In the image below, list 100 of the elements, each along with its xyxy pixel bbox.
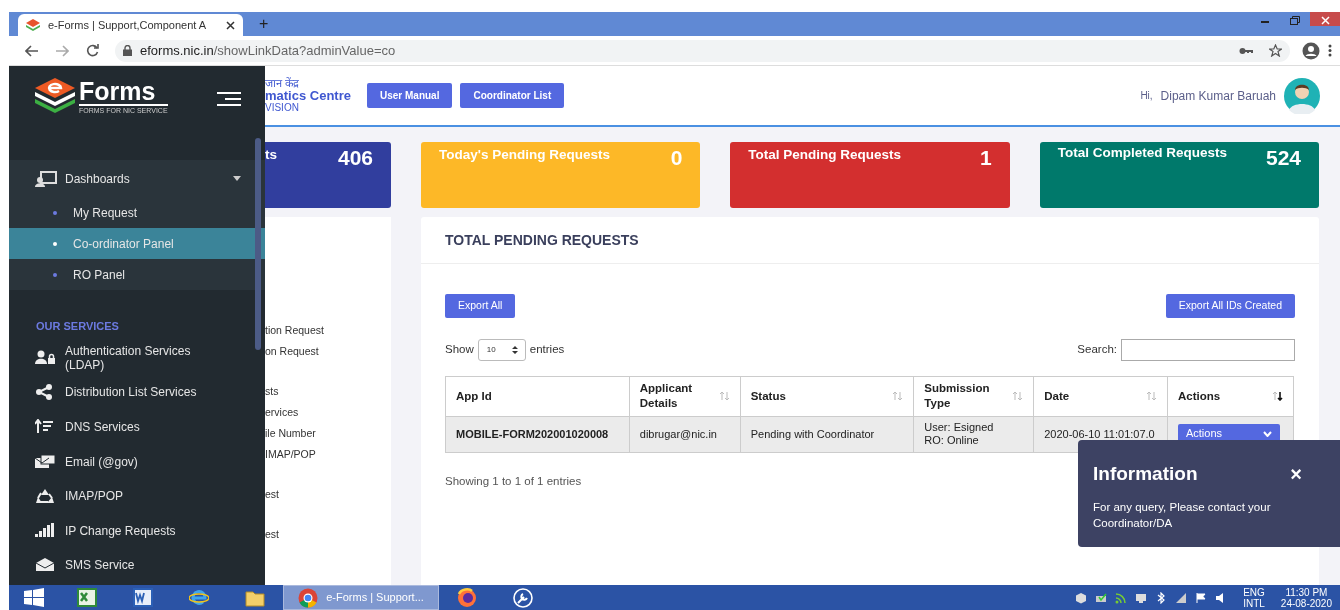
sort-arrows-icon bbox=[1012, 391, 1024, 402]
menu-item[interactable]: SMS Service bbox=[9, 548, 265, 583]
address-field[interactable]: eforms.nic.in/showLinkData?adminValue=co bbox=[115, 39, 1290, 62]
list-text: tion Request bbox=[265, 323, 325, 338]
battery-check-icon bbox=[1095, 591, 1108, 604]
column-header[interactable]: Submission Type bbox=[913, 376, 1034, 417]
wrench-icon bbox=[513, 587, 533, 608]
scrollbar-thumb[interactable] bbox=[255, 138, 261, 350]
list-text: on Request bbox=[265, 344, 320, 359]
feed-icon bbox=[1115, 591, 1128, 604]
export-button[interactable]: Export All IDs Created bbox=[1165, 294, 1295, 318]
sort-arrows-icon bbox=[1145, 391, 1157, 402]
submenu-item[interactable]: Co-ordinator Panel bbox=[9, 228, 265, 259]
user-avatar-icon bbox=[1284, 77, 1320, 114]
star-icon[interactable] bbox=[1269, 44, 1282, 57]
menu-item[interactable]: Email (@gov) bbox=[9, 444, 265, 479]
cube-icon bbox=[1075, 591, 1088, 604]
entries-label: entries bbox=[529, 342, 565, 358]
e-logo-icon bbox=[35, 78, 75, 114]
menu-item[interactable]: Authentication Services (LDAP) bbox=[9, 340, 265, 376]
list-text: IMAP/POP bbox=[265, 447, 317, 462]
list-text: ervices bbox=[265, 405, 300, 420]
url-text: eforms.nic.in/showLinkData?adminValue=co bbox=[140, 41, 396, 60]
section-heading: OUR SERVICES bbox=[35, 319, 120, 334]
list-text: est bbox=[265, 527, 280, 542]
back-arrow-icon bbox=[25, 44, 39, 57]
sort-arrows-icon bbox=[718, 391, 730, 402]
toast-message: For any query, Please contact your Coordinator/DA bbox=[1093, 499, 1272, 531]
windows-logo-icon bbox=[24, 587, 44, 608]
menu-item[interactable]: Dashboards bbox=[9, 160, 265, 197]
submenu-item[interactable]: RO Panel bbox=[9, 259, 265, 290]
browser-icon bbox=[298, 587, 319, 608]
toast-title: Information bbox=[1093, 462, 1198, 486]
signal-bars-icon bbox=[35, 522, 55, 539]
org-name-text: matics Centre bbox=[265, 89, 351, 103]
column-header[interactable]: Status bbox=[740, 376, 914, 417]
monitor-user-icon bbox=[35, 170, 57, 187]
chevron-down-icon bbox=[1262, 430, 1272, 437]
column-header[interactable]: Applicant Details bbox=[629, 376, 741, 417]
toast-close-button[interactable]: × bbox=[1290, 464, 1302, 485]
user-name: Dipam Kumar Baruah bbox=[1160, 87, 1276, 105]
menu-item[interactable]: IMAP/POP bbox=[9, 478, 265, 514]
sort-arrows-icon bbox=[892, 391, 904, 402]
org-name-text: VISION bbox=[265, 102, 300, 114]
updown-icon bbox=[510, 344, 519, 355]
spreadsheet-icon bbox=[77, 587, 97, 608]
org-name-text: जान केंद्र bbox=[265, 77, 301, 90]
menu-item[interactable]: IP Change Requests bbox=[9, 513, 265, 549]
users-icon bbox=[35, 349, 55, 366]
stat-label: Total Completed Requests bbox=[1057, 144, 1227, 162]
clock-time: 11:30 PM bbox=[1284, 586, 1329, 598]
table-cell: User: Esigned RO: Online bbox=[913, 416, 1034, 453]
show-label: Show bbox=[445, 342, 474, 358]
stat-label: Today's Pending Requests bbox=[439, 146, 610, 164]
search-label: Search: bbox=[1077, 342, 1117, 358]
table-cell: Pending with Coordinator bbox=[740, 416, 914, 453]
stat-value: 406 bbox=[337, 146, 373, 170]
envelope-icon bbox=[35, 557, 55, 574]
new-tab-button[interactable]: + bbox=[259, 16, 269, 32]
fox-browser-icon bbox=[457, 587, 477, 608]
sort-arrows-icon bbox=[1272, 391, 1283, 402]
close-icon[interactable] bbox=[226, 20, 235, 30]
stat-label: ts bbox=[265, 146, 277, 164]
account-icon[interactable] bbox=[1302, 41, 1320, 60]
close-icon bbox=[1320, 15, 1330, 25]
stat-value: 1 bbox=[979, 146, 992, 170]
header-button[interactable]: Coordinator List bbox=[460, 83, 565, 108]
menu-icon bbox=[215, 90, 241, 107]
table-cell: MOBILE-FORM202001020008 bbox=[445, 416, 630, 453]
page-length-select[interactable]: 10 bbox=[477, 338, 526, 361]
close-button[interactable] bbox=[1310, 12, 1340, 26]
greeting-text: Hi, bbox=[1140, 89, 1153, 103]
reload-icon bbox=[85, 44, 99, 57]
column-header[interactable]: App Id bbox=[445, 376, 630, 417]
list-text: est bbox=[265, 487, 280, 502]
signal-icon bbox=[1175, 591, 1188, 604]
language-indicator: ENG bbox=[1243, 586, 1265, 598]
language-indicator: INTL bbox=[1243, 597, 1265, 609]
share-icon bbox=[35, 384, 55, 401]
submenu-item[interactable]: My Request bbox=[9, 197, 265, 228]
menu-item[interactable]: Distribution List Services bbox=[9, 375, 265, 410]
restore-icon bbox=[1290, 15, 1300, 25]
column-header[interactable]: Actions bbox=[1167, 376, 1294, 417]
email-icon bbox=[35, 453, 55, 470]
key-icon[interactable] bbox=[1239, 46, 1253, 55]
search-field[interactable] bbox=[1121, 338, 1295, 361]
list-text: sts bbox=[265, 384, 280, 399]
panel-title: TOTAL PENDING REQUESTS bbox=[421, 217, 1319, 264]
sort-icon bbox=[35, 419, 55, 435]
clock-date: 24-08-2020 bbox=[1280, 597, 1332, 609]
export-button[interactable]: Export All bbox=[445, 294, 516, 318]
stat-value: 524 bbox=[1265, 146, 1301, 170]
stack-logo-icon bbox=[26, 19, 40, 31]
table-cell: dibrugar@nic.in bbox=[629, 416, 741, 453]
more-menu-icon[interactable] bbox=[1328, 44, 1332, 57]
header-button[interactable]: User Manual bbox=[367, 83, 453, 108]
column-header[interactable]: Date bbox=[1033, 376, 1168, 417]
menu-item[interactable]: DNS Services bbox=[9, 409, 265, 445]
table-info-text: Showing 1 to 1 of 1 entries bbox=[445, 473, 582, 489]
browser-tab[interactable]: e-Forms | Support,Component A bbox=[18, 14, 243, 36]
